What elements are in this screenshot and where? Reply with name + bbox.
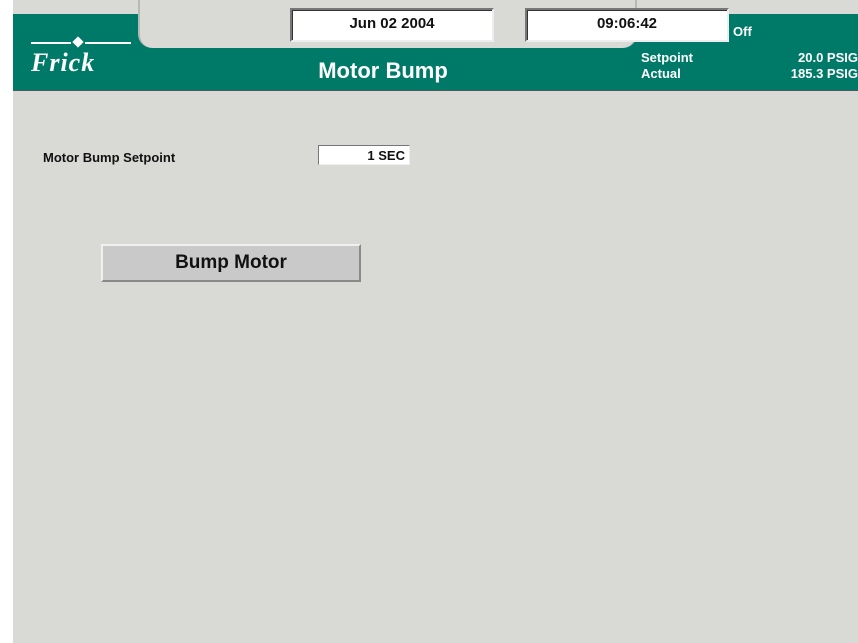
header-band: Jun 02 2004 09:06:42 Frick Motor Bump Of… [13,0,858,91]
bump-motor-button[interactable]: Bump Motor [101,244,361,282]
setpoint-value: 20.0 PSIG [798,50,858,65]
motor-bump-setpoint-field[interactable]: 1 SEC [318,145,410,165]
logo-line-left [31,42,71,44]
status-panel: Off Setpoint 20.0 PSIG Actual 185.3 PSIG [633,20,858,86]
compressor-state: Off [733,24,752,39]
motor-bump-setpoint-label: Motor Bump Setpoint [43,150,176,165]
date-display: Jun 02 2004 [290,8,494,42]
header-tab: Jun 02 2004 09:06:42 [138,0,729,48]
page-title: Motor Bump [318,58,448,83]
logo-text: Frick [31,48,96,77]
frick-logo: Frick [31,36,131,82]
logo-line-right [85,42,131,44]
actual-value: 185.3 PSIG [790,66,858,81]
actual-label: Actual [641,66,681,81]
screen: Jun 02 2004 09:06:42 Frick Motor Bump Of… [13,0,858,643]
logo-diamond-icon [72,36,84,48]
setpoint-label: Setpoint [641,50,693,65]
